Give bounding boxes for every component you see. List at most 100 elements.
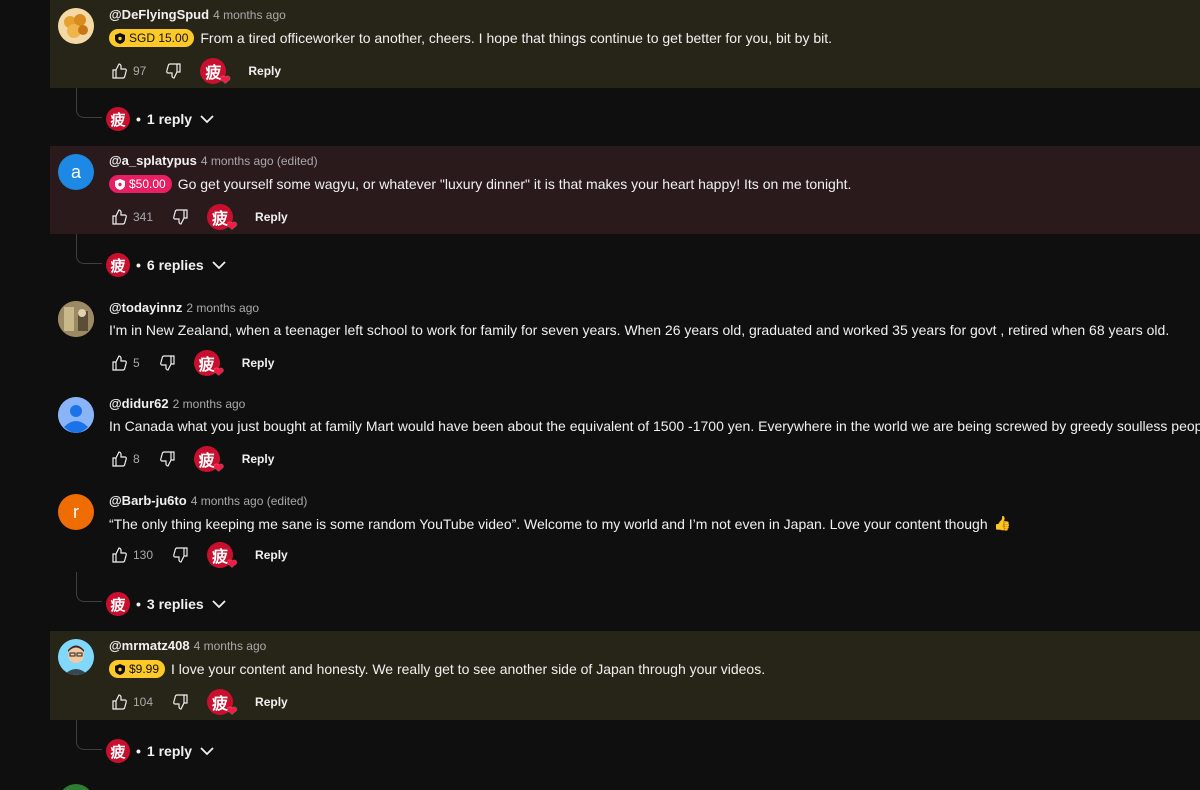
comment-author[interactable]: @mrmatz408 xyxy=(109,638,190,653)
creator-heart-badge: 疲 ❤ xyxy=(193,446,224,475)
bullet: • xyxy=(136,257,141,273)
comment-time[interactable]: 2 months ago xyxy=(186,301,259,315)
avatar[interactable] xyxy=(58,397,94,433)
replies-count: 6 replies xyxy=(146,257,204,273)
creator-avatar-mini: 疲 xyxy=(106,739,130,763)
chevron-down-icon xyxy=(212,261,226,270)
chevron-down-icon xyxy=(200,115,214,124)
like-button[interactable] xyxy=(109,692,129,712)
dislike-button[interactable] xyxy=(164,61,184,81)
comment-author[interactable]: @todayinnz xyxy=(109,300,182,315)
avatar[interactable] xyxy=(58,784,94,790)
bullet: • xyxy=(136,743,141,759)
comment-text: Go get yourself some wagyu, or whatever … xyxy=(177,176,852,192)
replies-count: 1 reply xyxy=(146,743,193,759)
like-button[interactable] xyxy=(109,353,129,373)
creator-heart-badge: 疲 ❤ xyxy=(200,58,230,87)
creator-heart-badge: 疲 ❤ xyxy=(193,350,224,379)
creator-glyph: 疲 xyxy=(198,355,215,374)
heart-icon: ❤ xyxy=(220,73,231,87)
heart-icon: ❤ xyxy=(226,557,238,571)
reply-button[interactable]: Reply xyxy=(255,548,288,562)
dislike-button[interactable] xyxy=(171,207,191,227)
dislike-button[interactable] xyxy=(158,449,178,469)
creator-avatar-mini: 疲 xyxy=(106,107,130,131)
badge-amount: $9.99 xyxy=(129,662,160,676)
replies-toggle[interactable]: 疲 • 3 replies xyxy=(106,590,226,618)
avatar-letter: a xyxy=(70,161,81,182)
thread-connector xyxy=(76,234,102,264)
superchat-badge: SGD 15.00 xyxy=(109,29,195,47)
comment-time[interactable]: 4 months ago xyxy=(194,639,267,653)
avatar[interactable]: a xyxy=(58,154,94,190)
thumbs-up-icon xyxy=(112,694,127,710)
thread-connector xyxy=(76,88,102,118)
creator-heart-badge: 疲 ❤ xyxy=(207,689,237,718)
comment-author[interactable]: @Barb-ju6to xyxy=(109,493,187,508)
creator-glyph: 疲 xyxy=(212,547,229,566)
heart-icon: ❤ xyxy=(213,365,224,379)
avatar[interactable] xyxy=(58,639,94,675)
comment-actions: 341 疲 ❤ Reply xyxy=(109,203,288,233)
replies-toggle[interactable]: 疲 • 6 replies xyxy=(106,251,226,279)
creator-glyph: 疲 xyxy=(198,451,215,470)
comment-time[interactable]: 4 months ago (edited) xyxy=(201,154,318,168)
comment-text: I'm in New Zealand, when a teenager left… xyxy=(109,322,1170,338)
like-button[interactable] xyxy=(109,61,129,81)
dislike-button[interactable] xyxy=(171,545,191,565)
comment-header: @todayinnz 2 months ago xyxy=(109,300,259,315)
comment: r @Barb-ju6to 4 months ago (edited) “The … xyxy=(50,486,1200,574)
reply-button[interactable]: Reply xyxy=(255,695,288,709)
replies-toggle[interactable]: 疲 • 1 reply xyxy=(106,105,214,133)
thumbs-down-icon xyxy=(166,63,181,79)
superchat-badge: $50.00 xyxy=(109,175,172,193)
comment-time[interactable]: 4 months ago (edited) xyxy=(191,494,308,508)
heart-icon: ❤ xyxy=(213,461,224,475)
avatar[interactable]: r xyxy=(58,494,94,530)
creator-avatar-mini: 疲 xyxy=(106,253,130,277)
comment-body: $50.00 Go get yourself some wagyu, or wh… xyxy=(109,175,851,193)
avatar-letter: r xyxy=(73,501,79,522)
replies-toggle[interactable]: 疲 • 1 reply xyxy=(106,737,214,765)
comment-actions: 104 疲 ❤ Reply xyxy=(109,688,288,718)
bullet: • xyxy=(136,111,141,127)
avatar[interactable] xyxy=(58,301,94,337)
comment-header: @mrmatz408 4 months ago xyxy=(109,638,266,653)
reply-button[interactable]: Reply xyxy=(255,210,288,224)
comment-time[interactable]: 2 months ago xyxy=(173,397,246,411)
thumbs-down-icon xyxy=(173,547,188,563)
replies-count: 1 reply xyxy=(146,111,193,127)
thumbs-down-icon xyxy=(159,355,175,371)
dislike-button[interactable] xyxy=(171,692,191,712)
dislike-button[interactable] xyxy=(158,353,178,373)
creator-avatar-mini: 疲 xyxy=(106,592,130,616)
comment-author[interactable]: @a_splatypus xyxy=(109,153,197,168)
comment-actions: 130 疲 ❤ Reply xyxy=(109,541,288,571)
avatar[interactable] xyxy=(58,8,94,44)
thread-connector xyxy=(76,572,102,602)
shield-icon xyxy=(115,178,125,190)
reply-button[interactable]: Reply xyxy=(242,356,275,370)
comment-author[interactable]: @didur62 xyxy=(109,396,169,411)
comment-actions: 8 疲 ❤ Reply xyxy=(109,445,275,475)
comment-time[interactable]: 4 months ago xyxy=(213,8,286,22)
like-button[interactable] xyxy=(109,207,129,227)
reply-button[interactable]: Reply xyxy=(242,452,275,466)
like-button[interactable] xyxy=(109,545,129,565)
like-count: 104 xyxy=(133,695,154,709)
thumbs-down-icon xyxy=(173,694,188,710)
thumbs-down-icon xyxy=(173,209,188,225)
reply-button[interactable]: Reply xyxy=(248,64,281,78)
badge-amount: SGD 15.00 xyxy=(129,31,189,45)
like-count: 5 xyxy=(133,356,140,370)
comment-text: I love your content and honesty. We real… xyxy=(171,661,766,677)
like-button[interactable] xyxy=(109,449,129,469)
comment-author[interactable]: @DeFlyingSpud xyxy=(109,7,209,22)
comment-body: “The only thing keeping me sane is some … xyxy=(109,515,1011,532)
shield-icon xyxy=(115,663,125,675)
comment-body: In Canada what you just bought at family… xyxy=(109,418,1200,434)
chevron-down-icon xyxy=(212,600,226,609)
creator-glyph: 疲 xyxy=(205,63,222,82)
like-count: 97 xyxy=(133,64,147,78)
replies-count: 3 replies xyxy=(146,596,204,612)
